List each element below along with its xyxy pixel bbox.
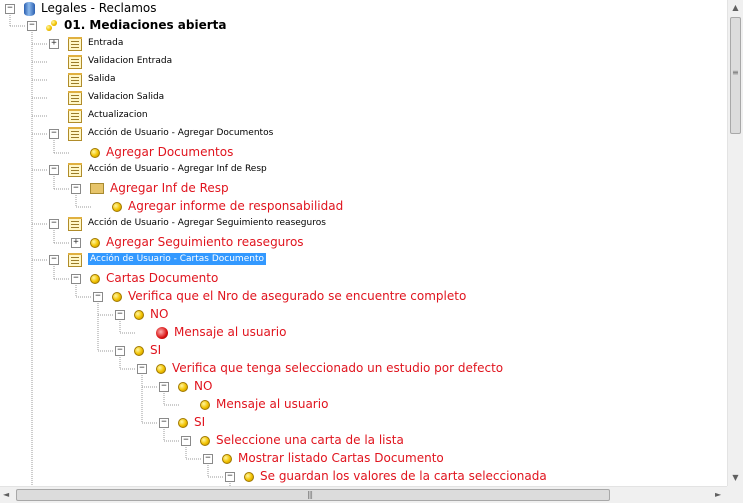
collapse-minus-icon[interactable]: − — [27, 21, 37, 31]
scroll-right-arrow-icon[interactable]: ► — [715, 490, 721, 499]
process-icon — [46, 20, 58, 32]
collapse-minus-icon[interactable]: − — [203, 454, 213, 464]
circle-icon — [178, 418, 188, 428]
collapse-minus-icon[interactable]: − — [159, 382, 169, 392]
circle-icon — [222, 454, 232, 464]
horizontal-scrollbar[interactable]: ◄ ||| ► — [0, 486, 727, 503]
circle-icon — [178, 382, 188, 392]
tree-node-label[interactable]: Entrada — [88, 38, 123, 48]
tree-node-label[interactable]: Acción de Usuario - Cartas Documento — [88, 253, 266, 265]
document-icon — [68, 217, 82, 231]
horizontal-scroll-thumb[interactable]: ||| — [16, 489, 610, 501]
message-gear-icon — [156, 327, 168, 339]
circle-icon — [90, 148, 100, 158]
circle-icon — [244, 472, 254, 482]
tree-node-label[interactable]: Agregar informe de responsabilidad — [128, 199, 343, 213]
expand-plus-icon[interactable]: + — [71, 238, 81, 248]
tree-node-label[interactable]: Mostrar listado Cartas Documento — [238, 451, 444, 465]
tree-node-label[interactable]: Seleccione una carta de la lista — [216, 433, 404, 447]
circle-icon — [134, 346, 144, 356]
tree-node-label[interactable]: Validacion Salida — [88, 92, 164, 102]
circle-icon — [200, 436, 210, 446]
collapse-minus-icon[interactable]: − — [49, 219, 59, 229]
tree-node-label[interactable]: NO — [194, 379, 212, 393]
scroll-left-arrow-icon[interactable]: ◄ — [3, 490, 9, 499]
database-icon — [24, 2, 35, 16]
document-icon — [68, 109, 82, 123]
tree-node-label[interactable]: Acción de Usuario - Agregar Seguimiento … — [88, 218, 326, 228]
tree-node-label[interactable]: Mensaje al usuario — [174, 325, 286, 339]
tree-node-label[interactable]: Legales - Reclamos — [41, 1, 157, 15]
collapse-minus-icon[interactable]: − — [181, 436, 191, 446]
tree-node-label[interactable]: Cartas Documento — [106, 271, 218, 285]
tree-node-label[interactable]: Validacion Entrada — [88, 56, 172, 66]
collapse-minus-icon[interactable]: − — [5, 4, 15, 14]
vertical-scroll-thumb[interactable]: ≡ — [730, 17, 741, 134]
collapse-minus-icon[interactable]: − — [49, 255, 59, 265]
circle-icon — [200, 400, 210, 410]
document-icon — [68, 253, 82, 267]
circle-icon — [90, 274, 100, 284]
collapse-minus-icon[interactable]: − — [115, 346, 125, 356]
tree-node-label[interactable]: Agregar Inf de Resp — [110, 181, 229, 195]
document-icon — [68, 91, 82, 105]
circle-icon — [134, 310, 144, 320]
circle-icon — [156, 364, 166, 374]
expand-plus-icon[interactable]: + — [49, 39, 59, 49]
document-icon — [68, 55, 82, 69]
scroll-up-arrow-icon[interactable]: ▲ — [728, 3, 743, 12]
document-icon — [68, 163, 82, 177]
collapse-minus-icon[interactable]: − — [225, 472, 235, 482]
tree-node-label[interactable]: Agregar Seguimiento reaseguros — [106, 235, 304, 249]
collapse-minus-icon[interactable]: − — [49, 129, 59, 139]
tree-node-label[interactable]: 01. Mediaciones abierta — [64, 18, 226, 32]
collapse-minus-icon[interactable]: − — [93, 292, 103, 302]
document-icon — [68, 73, 82, 87]
circle-icon — [90, 238, 100, 248]
tree-node-label[interactable]: NO — [150, 307, 168, 321]
collapse-minus-icon[interactable]: − — [137, 364, 147, 374]
tree-node-label[interactable]: SI — [150, 343, 161, 357]
tree-node-label[interactable]: Se guardan los valores de la carta selec… — [260, 469, 547, 483]
tree-node-label[interactable]: Salida — [88, 74, 115, 84]
document-icon — [68, 37, 82, 51]
circle-icon — [112, 202, 122, 212]
collapse-minus-icon[interactable]: − — [49, 165, 59, 175]
tree-node-label[interactable]: Verifica que tenga seleccionado un estud… — [172, 361, 503, 375]
folder-icon — [90, 183, 104, 194]
tree-node-label[interactable]: Verifica que el Nro de asegurado se encu… — [128, 289, 466, 303]
tree-node-label[interactable]: Agregar Documentos — [106, 145, 233, 159]
tree-node-label[interactable]: SI — [194, 415, 205, 429]
tree-node-label[interactable]: Mensaje al usuario — [216, 397, 328, 411]
collapse-minus-icon[interactable]: − — [71, 184, 81, 194]
collapse-minus-icon[interactable]: − — [115, 310, 125, 320]
scroll-grip-icon: ≡ — [732, 68, 739, 77]
scroll-down-arrow-icon[interactable]: ▼ — [728, 473, 743, 482]
tree-node-label[interactable]: Actualizacion — [88, 110, 148, 120]
document-icon — [68, 127, 82, 141]
tree-node-label[interactable]: Acción de Usuario - Agregar Inf de Resp — [88, 164, 267, 174]
collapse-minus-icon[interactable]: − — [159, 418, 169, 428]
tree-node-label[interactable]: Acción de Usuario - Agregar Documentos — [88, 128, 273, 138]
tree-view[interactable]: − Legales - Reclamos −01. Mediaciones abie… — [0, 0, 727, 486]
circle-icon — [112, 292, 122, 302]
scrollbar-corner — [727, 486, 743, 503]
scroll-grip-icon: ||| — [307, 490, 313, 499]
vertical-scrollbar[interactable]: ▲ ≡ ▼ — [727, 0, 743, 486]
collapse-minus-icon[interactable]: − — [71, 274, 81, 284]
